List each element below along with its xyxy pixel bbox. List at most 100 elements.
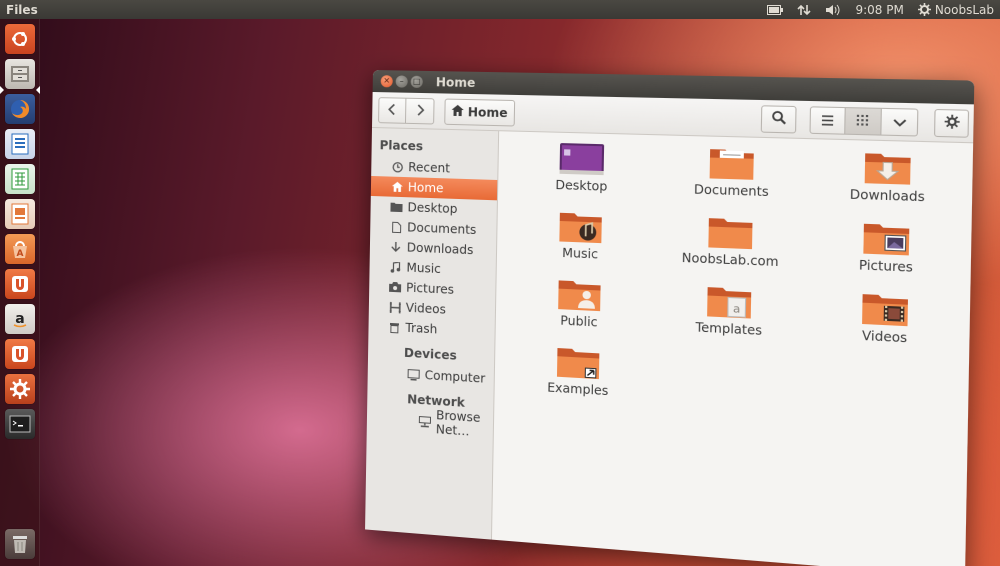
window-minimize-button[interactable]: – xyxy=(395,75,408,88)
search-button[interactable] xyxy=(760,104,797,133)
launcher-software-center[interactable]: A xyxy=(5,234,35,264)
launcher-impress[interactable] xyxy=(5,199,35,229)
file-label: Examples xyxy=(547,380,609,399)
chevron-down-icon xyxy=(892,111,906,132)
window-content: Places Recent Home Desktop Documents Dow… xyxy=(365,127,974,566)
ubuntu-one-icon xyxy=(9,273,31,295)
close-icon: ✕ xyxy=(383,76,391,86)
sidebar-item-label: Videos xyxy=(405,300,447,317)
ubuntu-logo-icon xyxy=(10,29,30,49)
trash-icon xyxy=(10,533,30,555)
clock[interactable]: 9:08 PM xyxy=(855,3,903,17)
file-cabinet-icon xyxy=(9,63,31,85)
window-maximize-button[interactable]: □ xyxy=(410,75,423,88)
libreoffice-impress-icon xyxy=(10,203,30,225)
sidebar-item-label: Recent xyxy=(408,160,451,176)
sidebar-item-browse-network[interactable]: Browse Net… xyxy=(367,408,493,439)
svg-text:a: a xyxy=(733,302,741,316)
top-panel: Files 9:08 PM NoobsLab xyxy=(0,0,1000,19)
session-menu[interactable]: NoobsLab xyxy=(917,2,994,17)
camera-icon xyxy=(389,281,402,293)
computer-icon xyxy=(408,369,420,381)
file-view: Desktop Documents Downloads Music NoobsL… xyxy=(491,131,974,566)
file-label: Music xyxy=(562,245,599,262)
sidebar-item-label: Trash xyxy=(405,320,438,337)
launcher-settings[interactable] xyxy=(5,374,35,404)
file-item-music[interactable]: Music xyxy=(507,207,655,270)
launcher-files[interactable] xyxy=(5,59,35,89)
sidebar-item-label: Music xyxy=(406,260,441,277)
libreoffice-calc-icon xyxy=(10,168,30,190)
libreoffice-writer-icon xyxy=(10,133,30,155)
file-label: NoobsLab.com xyxy=(681,250,779,270)
network-icon[interactable] xyxy=(797,3,812,17)
battery-icon[interactable] xyxy=(767,4,784,15)
launcher-focus-indicator xyxy=(36,86,40,94)
launcher-amazon[interactable]: a xyxy=(5,304,35,334)
gear-icon xyxy=(944,112,959,133)
document-icon xyxy=(390,221,402,232)
file-item-videos[interactable]: Videos xyxy=(806,287,966,355)
search-icon xyxy=(771,109,786,129)
file-label: Pictures xyxy=(858,257,914,275)
view-options-button[interactable] xyxy=(881,107,919,136)
minimize-icon: – xyxy=(399,76,404,86)
breadcrumb-home[interactable]: Home xyxy=(444,98,516,127)
list-view-button[interactable] xyxy=(809,105,846,135)
file-item-desktop[interactable]: Desktop xyxy=(508,140,656,202)
launcher-running-indicator xyxy=(0,86,4,94)
settings-menu-button[interactable] xyxy=(933,108,970,138)
launcher-ubuntu-one[interactable] xyxy=(5,269,35,299)
launcher-dash-home[interactable] xyxy=(5,24,35,54)
music-note-icon xyxy=(389,261,401,273)
file-item-public[interactable]: Public xyxy=(506,274,654,339)
launcher-calc[interactable] xyxy=(5,164,35,194)
home-icon xyxy=(391,181,403,193)
window-close-button[interactable]: ✕ xyxy=(380,75,393,88)
sidebar-item-label: Browse Net… xyxy=(435,408,481,439)
sidebar-item-label: Computer xyxy=(424,368,486,386)
sidebar-item-label: Documents xyxy=(407,220,477,238)
file-item-pictures[interactable]: Pictures xyxy=(807,218,967,284)
launcher-trash[interactable] xyxy=(5,529,35,559)
launcher-firefox[interactable] xyxy=(5,94,35,124)
documents-folder-icon xyxy=(706,145,757,182)
maximize-icon: □ xyxy=(412,76,421,86)
launcher-terminal[interactable] xyxy=(5,409,35,439)
back-button[interactable] xyxy=(378,96,407,124)
launcher: A a xyxy=(0,19,40,566)
user-name: NoobsLab xyxy=(934,2,994,17)
file-grid: Desktop Documents Downloads Music NoobsL… xyxy=(505,140,969,427)
view-buttons xyxy=(809,105,919,136)
software-center-icon: A xyxy=(9,238,31,260)
grid-view-button[interactable] xyxy=(845,106,882,136)
ubuntu-one-music-icon xyxy=(9,343,31,365)
downloads-folder-icon xyxy=(861,149,914,187)
amazon-icon: a xyxy=(9,308,31,330)
sidebar-item-label: Desktop xyxy=(407,200,458,217)
places-sidebar: Places Recent Home Desktop Documents Dow… xyxy=(365,127,500,540)
forward-button[interactable] xyxy=(405,97,435,125)
file-item-examples[interactable]: Examples xyxy=(505,341,653,407)
file-item-noobslab[interactable]: NoobsLab.com xyxy=(654,212,808,277)
sidebar-item-label: Pictures xyxy=(406,280,455,297)
file-item-documents[interactable]: Documents xyxy=(655,144,809,207)
public-folder-icon xyxy=(555,276,604,313)
file-item-templates[interactable]: a Templates xyxy=(653,281,807,347)
firefox-icon xyxy=(9,98,31,120)
file-item-downloads[interactable]: Downloads xyxy=(808,148,968,213)
breadcrumb-label: Home xyxy=(467,104,508,120)
navigation-buttons xyxy=(378,96,435,125)
file-label: Downloads xyxy=(849,187,925,205)
pictures-folder-icon xyxy=(860,219,913,257)
launcher-writer[interactable] xyxy=(5,129,35,159)
indicator-area: 9:08 PM NoobsLab xyxy=(767,3,1000,17)
sidebar-item-label: Downloads xyxy=(406,240,474,258)
examples-folder-icon xyxy=(554,344,603,382)
sidebar-item-label: Home xyxy=(407,180,444,196)
volume-icon[interactable] xyxy=(825,4,841,16)
file-label: Videos xyxy=(861,328,908,346)
trash-icon xyxy=(388,321,400,333)
launcher-ubuntu-one-music[interactable] xyxy=(5,339,35,369)
file-label: Desktop xyxy=(555,177,608,194)
